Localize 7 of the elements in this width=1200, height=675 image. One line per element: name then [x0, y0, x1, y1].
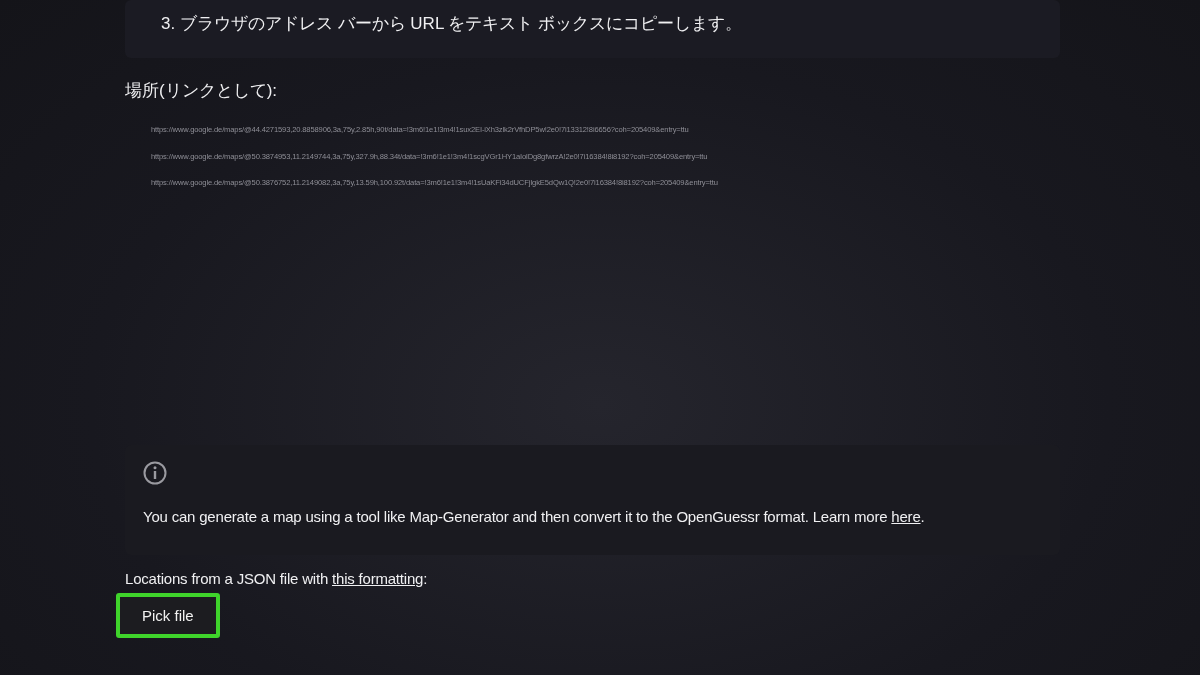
locations-label: 場所(リンクとして): — [125, 80, 279, 102]
json-file-label: Locations from a JSON file with this formatting: — [125, 570, 429, 587]
info-icon — [143, 461, 167, 485]
info-text: You can generate a map using a tool like Map-Generator and then convert it to the OpenGuessr format. Learn more here. — [143, 508, 926, 525]
instruction-step: 3. ブラウザのアドレス バーから URL をテキスト ボックスにコピーします。 — [161, 12, 743, 35]
here-link[interactable]: here — [891, 508, 921, 525]
pick-file-button[interactable]: Pick file — [116, 593, 220, 638]
